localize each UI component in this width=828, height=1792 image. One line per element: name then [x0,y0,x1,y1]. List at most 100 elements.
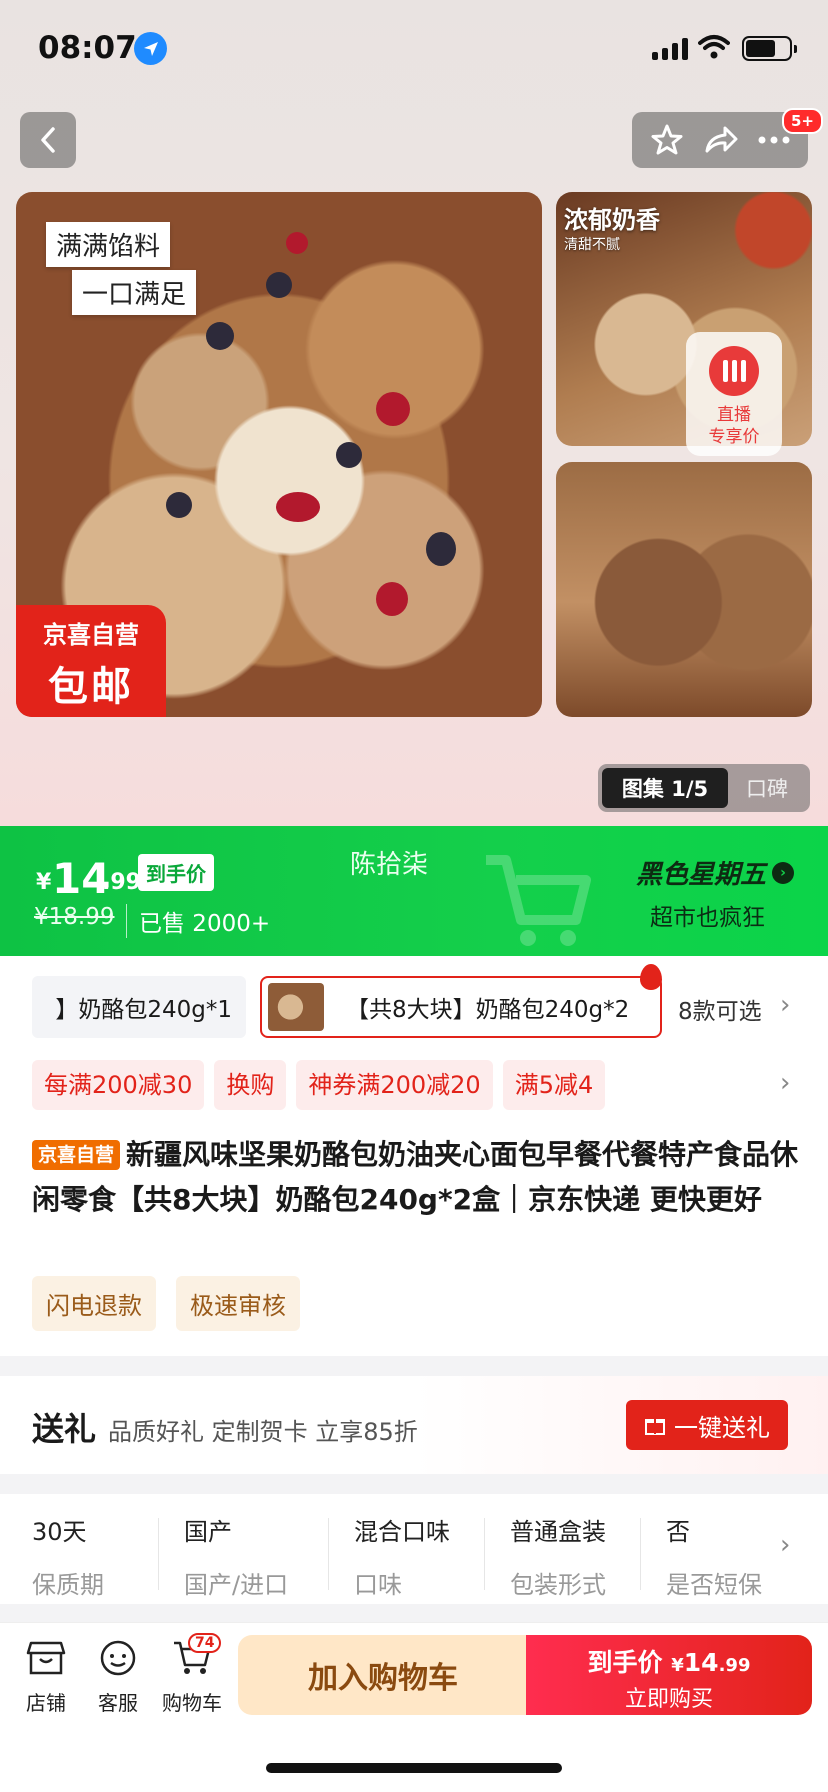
variant-option-selected[interactable]: 【共8大块】奶酪包240g*2 [260,976,662,1038]
attribute-item: 普通盒装 包装形式 [510,1512,606,1600]
status-bar: 08:07 [0,0,828,100]
gift-subtitle: 品质好礼 定制贺卡 立享85折 [108,1418,418,1446]
message-badge: 5+ [782,108,824,134]
coupon-tag[interactable]: 每满200减30 [32,1060,205,1110]
attributes-row[interactable]: 30天 保质期 国产 国产/进口 混合口味 口味 普通盒装 包装形式 否 是否短… [0,1494,828,1604]
home-indicator [266,1763,562,1773]
cart-count-badge: 74 [188,1633,222,1653]
divider [640,1518,641,1590]
original-price: ¥18.99 [34,904,115,930]
attribute-value: 普通盒装 [510,1518,606,1546]
gift-section: 送礼 品质好礼 定制贺卡 立享85折 一键送礼 [0,1376,828,1474]
live-price-label: 专享价 [708,427,760,447]
attribute-value: 30天 [32,1518,87,1546]
side-image-subtitle: 清甜不腻 [564,237,620,253]
store-label: 店铺 [26,1691,66,1715]
more-icon[interactable] [758,135,790,145]
attribute-key: 保质期 [32,1571,104,1599]
product-title-text: 新疆风味坚果奶酪包奶油夹心面包早餐代餐特产食品休闲零食【共8大块】奶酪包240g… [32,1138,799,1216]
attribute-value: 混合口味 [354,1518,450,1546]
store-button[interactable]: 店铺 [16,1639,76,1716]
side-image-bottom[interactable] [556,462,812,717]
jx-self-operated-tag: 京喜自营 [32,1140,121,1170]
service-chips: 闪电退款 极速审核 [32,1276,300,1331]
back-button[interactable] [20,112,76,168]
chevron-left-icon [41,127,55,153]
chevron-right-icon[interactable]: › [780,990,790,1020]
coupon-tag[interactable]: 满5减4 [502,1060,606,1110]
product-page: 08:07 5+ 满满馅料 一口满足 京喜自营 包邮 浓郁奶香 清甜不腻 直播 … [0,0,828,1792]
live-stream-icon [709,346,759,396]
attribute-value: 国产 [184,1518,232,1546]
coupon-tag[interactable]: 换购 [214,1060,287,1110]
product-info: 】奶酪包240g*1 【共8大块】奶酪包240g*2 8款可选 › 每满200减… [0,956,828,1356]
buy-now-label: 立即购买 [624,1687,713,1712]
promo-subtitle: 超市也疯狂 [650,905,765,931]
service-label: 客服 [98,1691,138,1715]
service-chip: 闪电退款 [32,1276,156,1331]
buy-price-int: 14 [683,1648,719,1677]
coupon-tag[interactable]: 神券满200减20 [296,1060,493,1110]
location-arrow-icon [134,32,167,65]
store-icon [26,1641,66,1675]
price-currency: ¥ [36,870,52,895]
share-icon[interactable] [703,123,739,157]
divider [484,1518,485,1590]
divider [158,1518,159,1590]
gift-title: 送礼 [32,1410,97,1448]
wifi-icon [698,35,730,59]
send-gift-button[interactable]: 一键送礼 [626,1400,788,1450]
attribute-key: 是否短保 [666,1571,762,1599]
sold-count: 已售 2000+ [126,904,270,938]
attribute-key: 包装形式 [510,1571,606,1599]
side-image-title: 浓郁奶香 [564,206,660,234]
main-image-caption-1: 满满馅料 [46,222,171,267]
attribute-item: 国产 国产/进口 [184,1512,288,1600]
free-shipping-label: 包邮 [48,664,134,710]
chevron-right-icon[interactable]: › [780,1530,790,1560]
buy-price-label: 到手价 [587,1648,663,1677]
main-image-caption-2: 一口满足 [72,270,197,315]
status-time: 08:07 [38,30,137,66]
attribute-value: 否 [666,1518,690,1546]
reviews-tab[interactable]: 口碑 [728,773,806,803]
variant-label: 【共8大块】奶酪包240g*2 [346,997,630,1023]
gallery-tab[interactable]: 图集 1/5 [602,768,728,808]
service-icon [100,1640,136,1676]
promo-title: 黑色星期五 [636,860,767,890]
attribute-item: 混合口味 口味 [354,1512,450,1600]
live-stream-button[interactable]: 直播 专享价 [686,332,782,456]
variant-option[interactable]: 】奶酪包240g*1 [32,976,246,1038]
buy-price-line: 到手价 ¥14.99 [526,1643,812,1679]
attribute-item: 30天 保质期 [32,1512,104,1600]
divider [328,1518,329,1590]
cellular-signal-icon [652,38,688,60]
attribute-item: 否 是否短保 [666,1512,766,1600]
battery-icon [742,36,797,61]
buy-now-button[interactable]: 到手价 ¥14.99 立即购买 [526,1635,812,1715]
cart-label: 购物车 [162,1691,222,1715]
jx-badge-label: 京喜自营 [43,621,139,649]
live-host-name: 陈拾柒 [350,850,429,880]
chevron-right-icon[interactable]: › [780,1068,790,1098]
attribute-key: 国产/进口 [184,1571,289,1599]
live-label: 直播 [717,405,751,425]
variant-selector: 】奶酪包240g*1 【共8大块】奶酪包240g*2 8款可选 › [0,964,828,1038]
chevron-right-icon: › [772,861,795,884]
customer-service-button[interactable]: 客服 [88,1639,148,1716]
buy-price-dec: .99 [718,1655,751,1676]
price-decimal: .99 [102,870,141,895]
black-friday-promo[interactable]: 黑色星期五 › [636,854,795,891]
variants-more[interactable]: 8款可选 [678,992,762,1026]
hero-section: 08:07 5+ 满满馅料 一口满足 京喜自营 包邮 浓郁奶香 清甜不腻 直播 … [0,0,828,830]
send-gift-label: 一键送礼 [674,1413,770,1442]
final-price-tag: 到手价 [138,854,214,891]
cart-watermark-icon [486,855,591,946]
add-to-cart-button[interactable]: 加入购物车 [238,1635,528,1715]
service-chip: 极速审核 [176,1276,300,1331]
coupon-row: 每满200减30 换购 神券满200减20 满5减4 [32,1060,606,1110]
star-favorite-icon[interactable] [650,123,684,157]
bottom-action-bar: 店铺 客服 购物车 74 加入购物车 到手价 ¥14.99 立即购买 [0,1622,828,1792]
variant-thumbnail [268,983,324,1031]
main-product-image[interactable]: 满满馅料 一口满足 京喜自营 包邮 [16,192,542,717]
